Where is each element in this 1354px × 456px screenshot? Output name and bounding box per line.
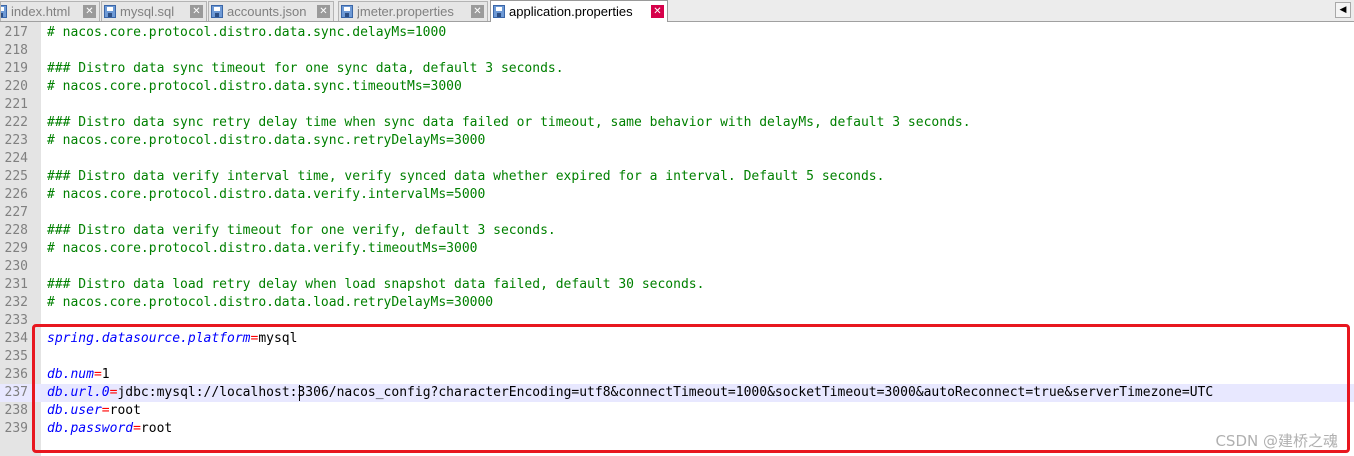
red-highlight-box [32, 324, 1350, 453]
line-number: 238 [4, 403, 28, 418]
tab-index-html[interactable]: index.html ✕ [0, 1, 100, 21]
code-line[interactable]: 230 [0, 258, 1354, 276]
line-number: 230 [4, 259, 28, 274]
code-line[interactable]: 229 # nacos.core.protocol.distro.data.ver… [0, 240, 1354, 258]
tab-accounts-json[interactable]: accounts.json ✕ [208, 1, 334, 21]
line-code: ### Distro data sync retry delay time wh… [47, 115, 971, 130]
saved-file-icon [211, 5, 223, 18]
line-number: 225 [4, 169, 28, 184]
code-line[interactable]: 224 [0, 150, 1354, 168]
line-number: 217 [4, 25, 28, 40]
line-number: 231 [4, 277, 28, 292]
code-line[interactable]: 225 ### Distro data verify interval time,… [0, 168, 1354, 186]
close-icon[interactable]: ✕ [651, 5, 664, 18]
tab-scroll-left-button[interactable]: ◀ [1335, 2, 1351, 18]
line-number: 233 [4, 313, 28, 328]
line-number: 226 [4, 187, 28, 202]
line-code: ### Distro data verify interval time, ve… [47, 169, 885, 184]
line-number: 227 [4, 205, 28, 220]
line-number: 239 [4, 421, 28, 436]
line-code: # nacos.core.protocol.distro.data.verify… [47, 187, 486, 202]
line-number: 237 [4, 385, 28, 400]
code-editor[interactable]: 217 # nacos.core.protocol.distro.data.syn… [0, 22, 1354, 456]
code-line[interactable]: 218 [0, 42, 1354, 60]
tab-mysql-sql[interactable]: mysql.sql ✕ [101, 1, 207, 21]
close-icon[interactable]: ✕ [83, 5, 96, 18]
code-line[interactable]: 219 ### Distro data sync timeout for one … [0, 60, 1354, 78]
line-code: ### Distro data load retry delay when lo… [47, 277, 705, 292]
line-number: 221 [4, 97, 28, 112]
line-number: 218 [4, 43, 28, 58]
line-number: 222 [4, 115, 28, 130]
close-icon[interactable]: ✕ [471, 5, 484, 18]
line-number: 234 [4, 331, 28, 346]
saved-file-icon [493, 5, 505, 18]
tab-label: jmeter.properties [357, 4, 454, 19]
close-icon[interactable]: ✕ [190, 5, 203, 18]
close-icon[interactable]: ✕ [317, 5, 330, 18]
line-number: 224 [4, 151, 28, 166]
code-line[interactable]: 231 ### Distro data load retry delay when… [0, 276, 1354, 294]
line-code: # nacos.core.protocol.distro.data.sync.r… [47, 133, 486, 148]
code-line[interactable]: 221 [0, 96, 1354, 114]
saved-file-icon [104, 5, 116, 18]
line-number: 236 [4, 367, 28, 382]
line-number: 220 [4, 79, 28, 94]
saved-file-icon [1, 5, 7, 18]
tab-label: accounts.json [227, 4, 307, 19]
line-code: ### Distro data verify timeout for one v… [47, 223, 556, 238]
line-code: # nacos.core.protocol.distro.data.load.r… [47, 295, 494, 310]
tab-jmeter-properties[interactable]: jmeter.properties ✕ [338, 1, 488, 21]
line-code: # nacos.core.protocol.distro.data.sync.t… [47, 79, 462, 94]
line-number: 235 [4, 349, 28, 364]
line-number: 223 [4, 133, 28, 148]
tab-label: application.properties [509, 4, 633, 19]
line-number: 232 [4, 295, 28, 310]
code-line[interactable]: 232 # nacos.core.protocol.distro.data.loa… [0, 294, 1354, 312]
code-line[interactable]: 227 [0, 204, 1354, 222]
code-line[interactable]: 223 # nacos.core.protocol.distro.data.syn… [0, 132, 1354, 150]
line-number: 219 [4, 61, 28, 76]
code-line[interactable]: 226 # nacos.core.protocol.distro.data.ver… [0, 186, 1354, 204]
line-number: 229 [4, 241, 28, 256]
tab-bar: index.html ✕ mysql.sql ✕ accounts.json ✕… [0, 0, 1354, 22]
code-line[interactable]: 222 ### Distro data sync retry delay time… [0, 114, 1354, 132]
code-line[interactable]: 220 # nacos.core.protocol.distro.data.syn… [0, 78, 1354, 96]
tab-label: mysql.sql [120, 4, 175, 19]
code-line[interactable]: 228 ### Distro data verify timeout for on… [0, 222, 1354, 240]
line-number: 228 [4, 223, 28, 238]
tab-application-properties[interactable]: application.properties ✕ [490, 0, 668, 22]
line-code: # nacos.core.protocol.distro.data.verify… [47, 241, 478, 256]
line-code: # nacos.core.protocol.distro.data.sync.d… [47, 25, 447, 40]
line-code: ### Distro data sync timeout for one syn… [47, 61, 564, 76]
watermark: CSDN @建桥之魂 [1215, 432, 1338, 450]
saved-file-icon [341, 5, 353, 18]
code-line[interactable]: 217 # nacos.core.protocol.distro.data.syn… [0, 24, 1354, 42]
tab-label: index.html [11, 4, 71, 19]
